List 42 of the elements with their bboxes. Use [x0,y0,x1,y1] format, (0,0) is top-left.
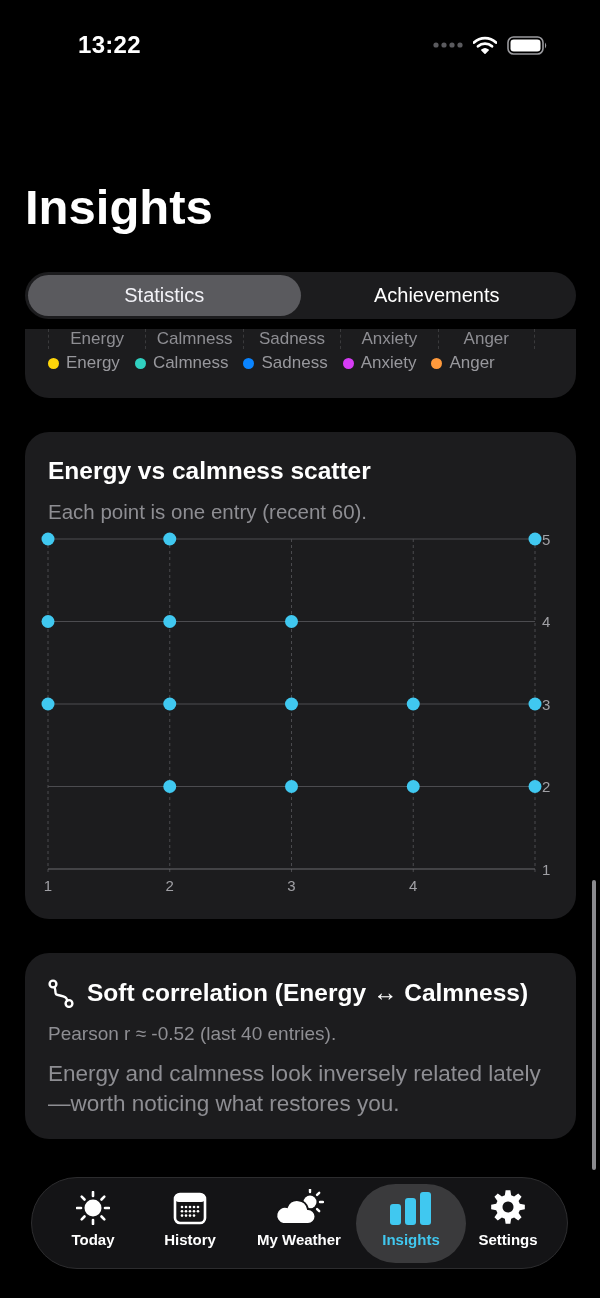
battery-icon [507,35,548,55]
axis-tick-label: 5 [542,530,551,548]
tab-bar-item[interactable]: My Weather [247,1183,351,1263]
axis-tick-label: 1 [43,877,53,894]
legend-label: Calmness [152,353,229,373]
segment-tab[interactable]: Achievements [300,275,573,316]
axis-label: Anxiety [361,329,418,349]
tab-bar-item[interactable]: Today [48,1183,138,1263]
tab-bar-item[interactable]: Settings [467,1183,549,1263]
axis-label: Energy [70,329,125,349]
card-title: Soft correlation (Energy ↔ Calmness) [87,979,529,1007]
legend-label: Energy [66,353,120,373]
bar-chart-icon [389,1190,433,1225]
axis-tick-label: 3 [287,877,296,894]
axis-tick-label: 3 [542,695,551,713]
legend-label: Anger [449,353,495,373]
card-title: Energy vs calmness scatter [48,457,372,485]
axis-tick-label: 2 [165,877,174,894]
axis-label: Calmness [156,329,233,349]
correlation-stat: Pearson r ≈ -0.52 (last 40 entries). [48,1023,338,1045]
signal-dots-icon [433,42,463,48]
axis-label: Sadness [258,329,326,349]
calendar-icon [173,1191,207,1225]
legend-label: Anxiety [360,353,417,373]
insight-text: Energy and calmness look inversely related lately—worth noticing what restores you. [48,1060,542,1118]
page-title: Insights [25,179,213,236]
wifi-icon [473,36,497,54]
axis-tick-label: 1 [542,860,551,878]
cloud-sun-icon [274,1188,324,1225]
axis-tick-label: 4 [542,613,551,630]
legend-label: Sadness [261,353,328,373]
status-time: 13:22 [78,31,141,59]
segment-tab[interactable]: Statistics [28,275,301,316]
tab-bar-item[interactable]: History [145,1183,235,1263]
curve-path-icon [48,978,74,1008]
axis-label: Anger [463,329,509,349]
settings-icon [490,1188,526,1225]
tab-bar-item[interactable]: Insights [356,1183,466,1263]
card-subtitle: Each point is one entry (recent 60). [48,500,369,524]
axis-tick-label: 4 [409,877,418,894]
sun-icon [76,1190,110,1225]
axis-tick-label: 2 [542,778,551,795]
